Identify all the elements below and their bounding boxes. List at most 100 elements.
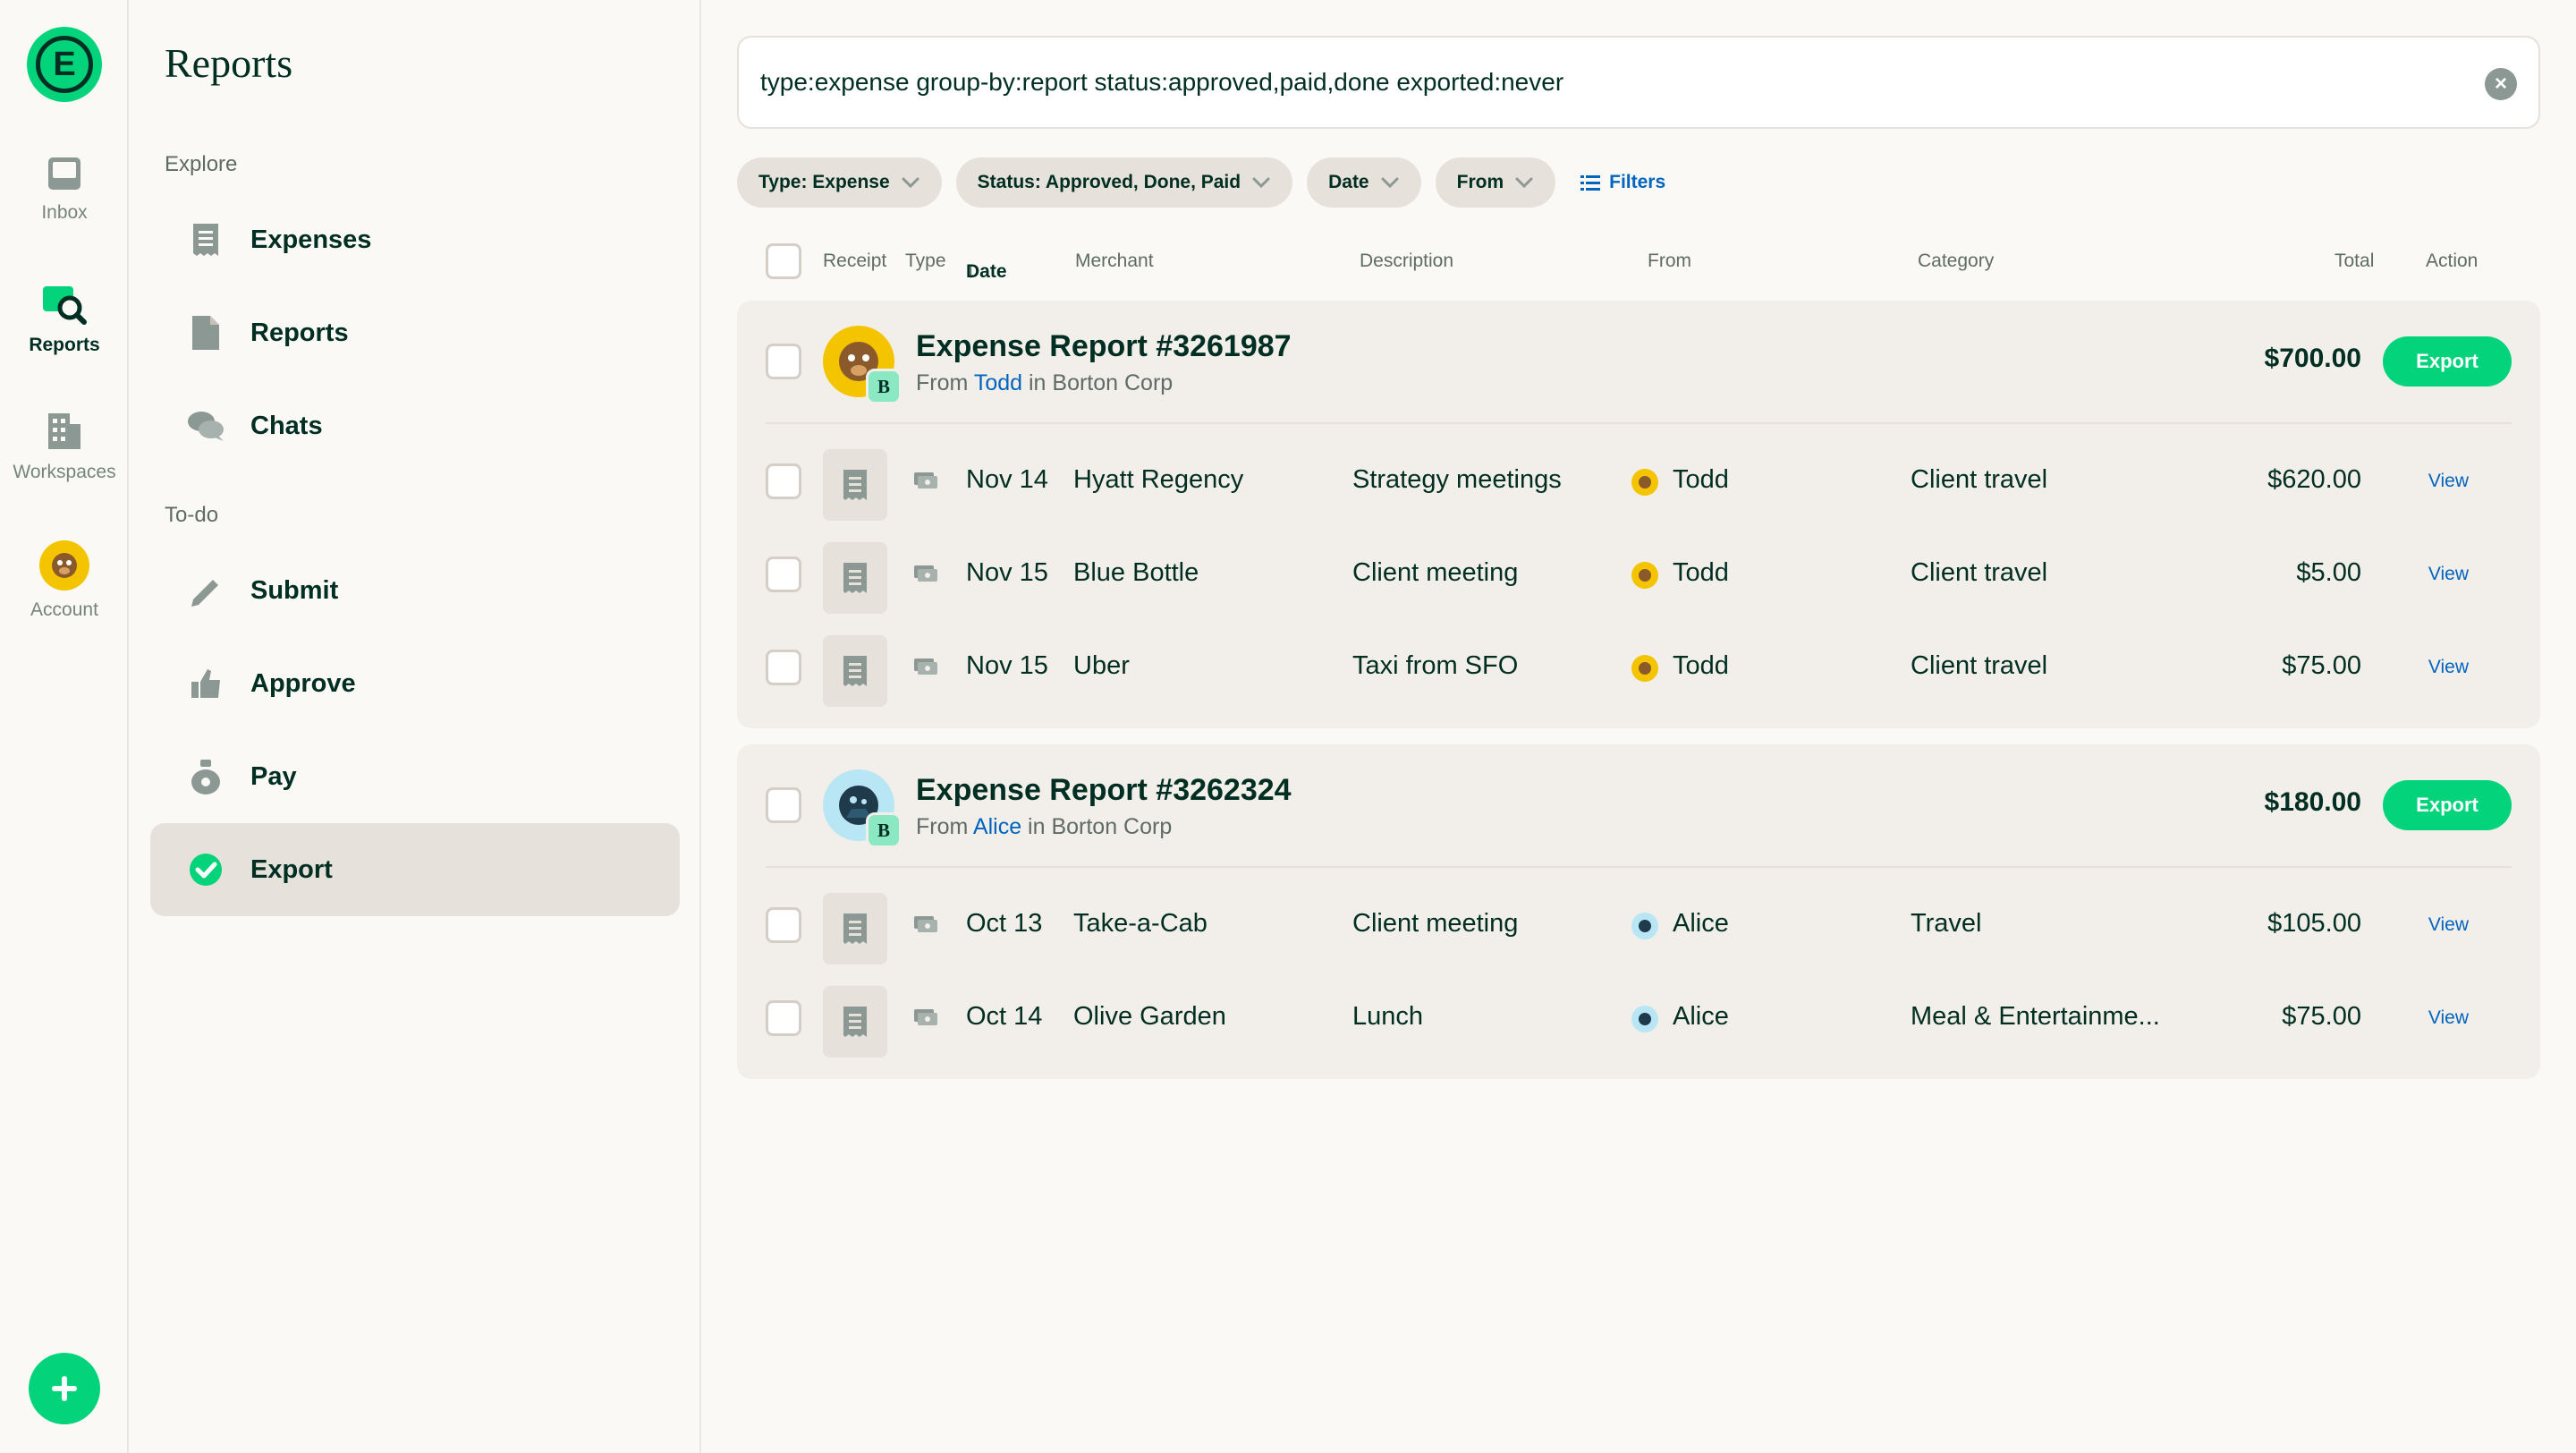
chevron-down-icon (1381, 177, 1399, 189)
filter-chip-from[interactable]: From (1435, 157, 1556, 208)
row-description: Taxi from SFO (1352, 651, 1519, 680)
report-header[interactable]: B Expense Report #3261987 From Todd in B… (737, 301, 2540, 422)
receipt-icon (843, 913, 867, 944)
report-title: Expense Report #3262324 (916, 773, 1292, 807)
receipt-thumbnail[interactable] (823, 449, 887, 521)
divider (766, 866, 2512, 868)
col-category[interactable]: Category (1918, 251, 1994, 272)
clear-search-button[interactable]: × (2485, 68, 2517, 100)
row-category: Client travel (1911, 465, 2048, 494)
search-input[interactable]: type:expense group-by:report status:appr… (737, 36, 2540, 129)
view-button[interactable]: View (2428, 564, 2469, 585)
row-description: Client meeting (1352, 558, 1519, 587)
filters-button[interactable]: Filters (1580, 172, 1665, 193)
row-checkbox[interactable] (766, 463, 801, 499)
col-from[interactable]: From (1648, 251, 1691, 272)
rail-label-account: Account (30, 599, 98, 620)
sidebar-item-chats[interactable]: Chats (150, 379, 680, 472)
page-title: Reports (165, 40, 293, 86)
chevron-down-icon (902, 177, 919, 189)
report-total: $700.00 (2264, 344, 2361, 373)
receipt-thumbnail[interactable] (823, 635, 887, 707)
rail-item-inbox[interactable]: Inbox (0, 154, 129, 224)
receipt-thumbnail[interactable] (823, 893, 887, 964)
table-row[interactable]: Nov 15 Blue Bottle Client meeting Todd C… (737, 528, 2540, 621)
rail-item-workspaces[interactable]: Workspaces (0, 410, 129, 483)
filter-chip-date[interactable]: Date (1307, 157, 1421, 208)
chip-label: Type: Expense (758, 172, 890, 192)
report-checkbox[interactable] (766, 344, 801, 379)
report-subtitle: From Todd in Borton Corp (916, 370, 1173, 396)
table-row[interactable]: Nov 15 Uber Taxi from SFO Todd Client tr… (737, 621, 2540, 714)
report-group: B Expense Report #3262324 From Alice in … (737, 744, 2540, 1079)
rail-item-reports[interactable]: Reports (0, 283, 129, 356)
filters-label: Filters (1609, 172, 1666, 192)
row-checkbox[interactable] (766, 650, 801, 685)
sidebar-item-label: Submit (250, 575, 339, 605)
sidebar-item-export[interactable]: Export (150, 823, 680, 916)
report-avatar: B (823, 326, 902, 404)
sidebar-item-label: Pay (250, 761, 297, 791)
table-row[interactable]: Oct 14 Olive Garden Lunch Alice Meal & E… (737, 972, 2540, 1065)
receipt-thumbnail[interactable] (823, 986, 887, 1058)
chip-label: Status: Approved, Done, Paid (977, 172, 1241, 192)
export-button[interactable]: Export (2383, 780, 2512, 830)
sidebar-item-expenses[interactable]: Expenses (150, 193, 680, 286)
sidebar-item-reports[interactable]: Reports (150, 286, 680, 379)
table-row[interactable]: Nov 14 Hyatt Regency Strategy meetings T… (737, 435, 2540, 528)
row-amount: $620.00 (2267, 465, 2361, 494)
row-amount: $5.00 (2296, 558, 2361, 587)
table-row[interactable]: Oct 13 Take-a-Cab Client meeting Alice T… (737, 879, 2540, 972)
filter-chip-type[interactable]: Type: Expense (737, 157, 942, 208)
check-circle-icon (186, 850, 225, 889)
from-avatar (1631, 655, 1658, 682)
table-header: Receipt Type Date ↓ Merchant Description… (737, 240, 2540, 283)
col-description[interactable]: Description (1360, 251, 1453, 272)
sidebar-item-approve[interactable]: Approve (150, 637, 680, 730)
account-avatar (39, 540, 89, 591)
chip-label: Date (1328, 172, 1369, 192)
workspace-badge: B (866, 369, 902, 404)
filter-chip-status[interactable]: Status: Approved, Done, Paid (955, 157, 1293, 208)
view-button[interactable]: View (2428, 1007, 2469, 1029)
row-checkbox[interactable] (766, 1000, 801, 1036)
report-group: B Expense Report #3261987 From Todd in B… (737, 301, 2540, 728)
submitter-link[interactable]: Todd (974, 370, 1022, 395)
row-category: Client travel (1911, 558, 2048, 587)
rail-label-workspaces: Workspaces (13, 462, 116, 482)
sidebar-item-label: Export (250, 854, 333, 884)
receipt-thumbnail[interactable] (823, 542, 887, 614)
rail-label-inbox: Inbox (41, 202, 88, 223)
sidebar-item-pay[interactable]: Pay (150, 730, 680, 823)
view-button[interactable]: View (2428, 471, 2469, 492)
export-button[interactable]: Export (2383, 336, 2512, 387)
receipt-icon (843, 470, 867, 500)
rail-label-reports: Reports (29, 335, 100, 355)
create-button[interactable] (29, 1353, 100, 1424)
report-avatar: B (823, 769, 902, 848)
view-button[interactable]: View (2428, 657, 2469, 678)
col-receipt[interactable]: Receipt (823, 251, 886, 272)
rail-item-account[interactable]: Account (0, 540, 129, 621)
workspace-text: in Borton Corp (1029, 370, 1174, 395)
select-all-checkbox[interactable] (766, 243, 801, 279)
row-date: Nov 14 (966, 465, 1048, 494)
report-checkbox[interactable] (766, 787, 801, 823)
view-button[interactable]: View (2428, 914, 2469, 936)
row-checkbox[interactable] (766, 907, 801, 943)
row-from: Alice (1673, 909, 1729, 938)
expensify-logo-icon[interactable]: E (27, 27, 102, 102)
report-title: Expense Report #3261987 (916, 329, 1292, 363)
submitter-link[interactable]: Alice (973, 814, 1021, 839)
chevron-down-icon (1252, 177, 1270, 189)
row-checkbox[interactable] (766, 557, 801, 592)
row-description: Strategy meetings (1352, 465, 1562, 494)
row-from: Todd (1673, 558, 1729, 587)
workspace-text: in Borton Corp (1028, 814, 1173, 839)
report-header[interactable]: B Expense Report #3262324 From Alice in … (737, 744, 2540, 866)
col-type[interactable]: Type (905, 251, 946, 272)
col-total[interactable]: Total (2334, 251, 2374, 272)
sidebar-item-submit[interactable]: Submit (150, 544, 680, 637)
from-avatar (1631, 913, 1658, 939)
col-merchant[interactable]: Merchant (1075, 251, 1154, 272)
